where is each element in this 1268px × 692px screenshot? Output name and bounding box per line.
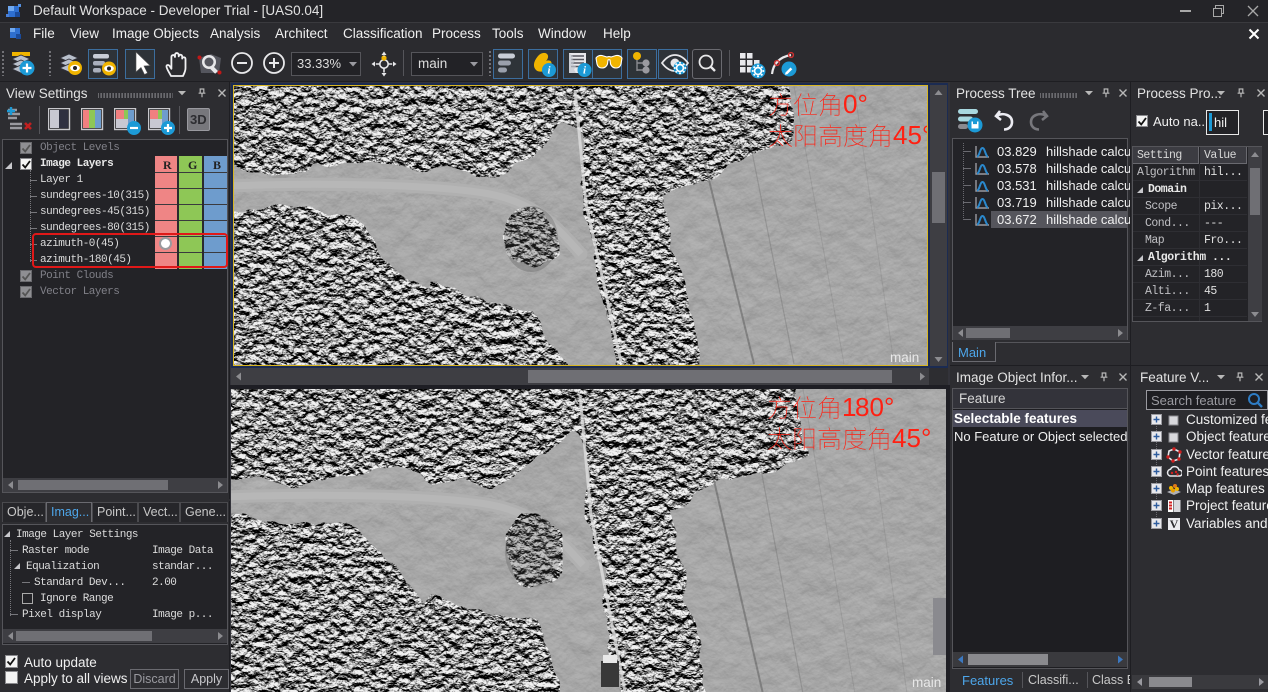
svg-text:8: 8 xyxy=(855,392,869,422)
svg-text:5: 5 xyxy=(908,120,922,150)
svg-text:4: 4 xyxy=(892,423,906,453)
svg-text:°: ° xyxy=(884,392,894,422)
svg-text:5: 5 xyxy=(907,423,921,453)
svg-text:V: V xyxy=(1170,517,1179,531)
svg-text:main: main xyxy=(912,675,941,690)
svg-text:main: main xyxy=(890,350,919,365)
svg-text:°: ° xyxy=(858,89,868,119)
svg-text:0: 0 xyxy=(843,89,857,119)
svg-text:4: 4 xyxy=(893,120,907,150)
svg-text:°: ° xyxy=(921,423,931,453)
svg-text:°: ° xyxy=(922,120,927,150)
svg-text:0: 0 xyxy=(870,392,884,422)
